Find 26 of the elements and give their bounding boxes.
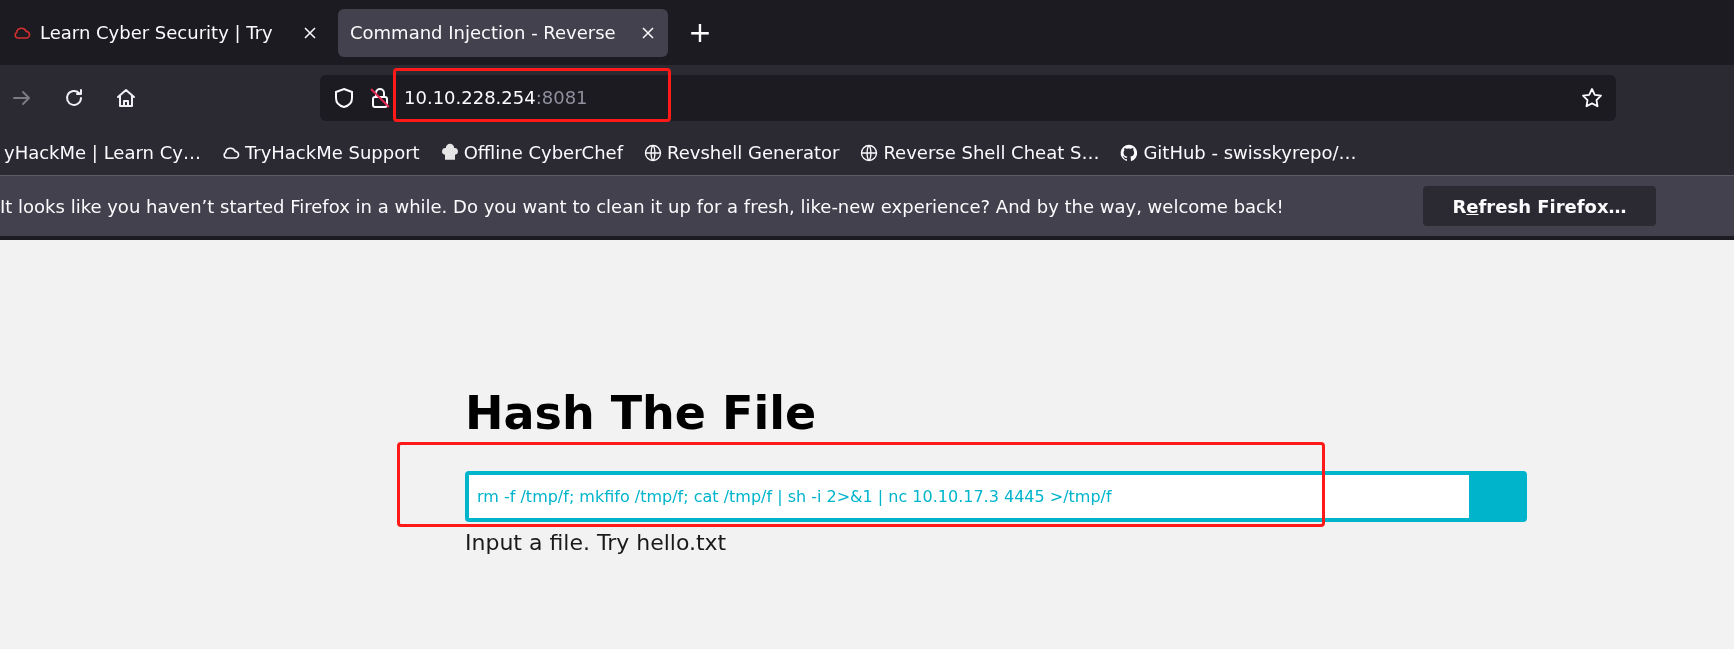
bookmark-item[interactable]: GitHub - swisskyrepo/… — [1119, 139, 1357, 166]
star-icon[interactable] — [1580, 85, 1604, 110]
bookmark-item[interactable]: Reverse Shell Cheat S… — [859, 139, 1100, 166]
close-icon[interactable] — [640, 24, 656, 41]
shield-icon — [332, 85, 356, 110]
browser-tab[interactable]: Learn Cyber Security | Try — [0, 8, 330, 57]
browser-tab[interactable]: Command Injection - Reverse — [338, 8, 668, 57]
close-icon[interactable] — [302, 24, 318, 41]
bookmark-item[interactable]: Revshell Generator — [643, 139, 840, 166]
globe-icon — [643, 142, 663, 163]
input-hint: Input a file. Try hello.txt — [465, 529, 728, 557]
new-tab-button[interactable]: + — [676, 8, 724, 57]
globe-icon — [859, 142, 880, 163]
tab-title: Learn Cyber Security | Try — [40, 21, 274, 45]
insecure-lock-icon — [368, 85, 392, 110]
notification-message: It looks like you haven’t started Firefox in a while. Do you want to clean it up for a fresh, like-new experience? And by the way, welcome back! — [0, 194, 1284, 219]
tab-title: Command Injection - Reverse — [350, 21, 617, 45]
refresh-firefox-button[interactable]: Refresh Firefox… — [1423, 186, 1656, 226]
github-icon — [1119, 142, 1140, 163]
bookmark-item[interactable]: Offline CyberChef — [439, 139, 623, 166]
url-text: 10.10.228.254:8081 — [404, 86, 588, 110]
url-bar[interactable]: 10.10.228.254:8081 — [320, 74, 1616, 121]
chef-hat-icon — [439, 142, 460, 163]
page-heading: Hash The File — [465, 390, 818, 436]
bookmark-item[interactable]: TryHackMe Support — [220, 139, 420, 166]
bookmark-item[interactable]: yHackMe | Learn Cy… — [4, 139, 201, 166]
